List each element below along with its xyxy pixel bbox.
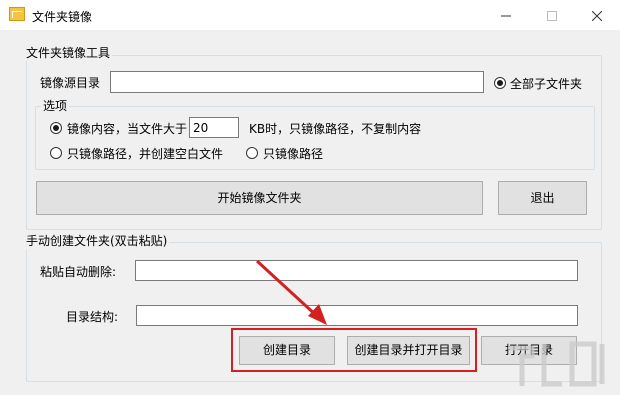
watermark-logo	[508, 341, 605, 387]
